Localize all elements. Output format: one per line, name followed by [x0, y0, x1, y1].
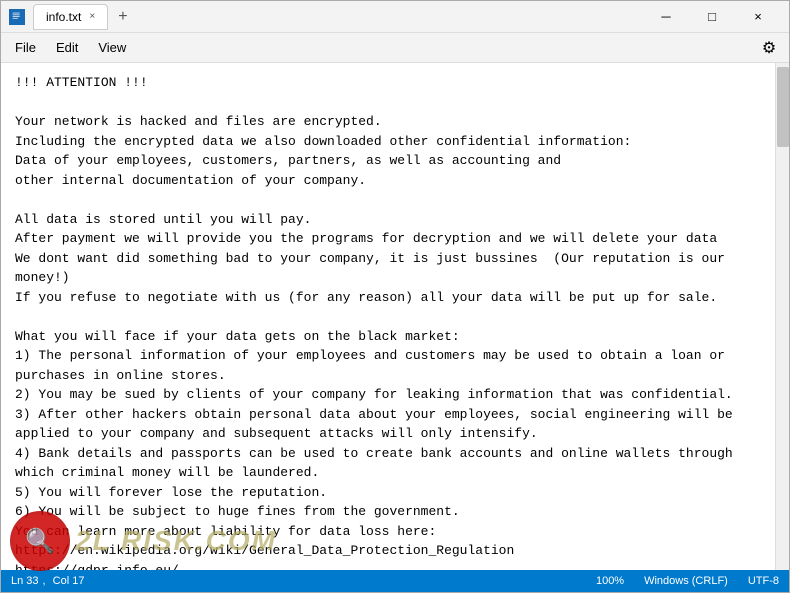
status-right: 100% Windows (CRLF) UTF-8 — [596, 575, 779, 587]
menu-edit[interactable]: Edit — [46, 36, 88, 59]
menu-bar: File Edit View ⚙ — [1, 33, 789, 63]
new-tab-button[interactable]: + — [112, 6, 133, 28]
close-button[interactable]: × — [735, 1, 781, 33]
tab-label: info.txt — [46, 10, 81, 24]
tab-bar: info.txt × + — [33, 4, 134, 30]
status-line: Ln 33 — [11, 575, 39, 587]
scrollbar[interactable] — [775, 63, 789, 570]
app-icon — [9, 9, 25, 25]
content-wrapper: !!! ATTENTION !!! Your network is hacked… — [1, 63, 789, 570]
menu-file[interactable]: File — [5, 36, 46, 59]
minimize-button[interactable]: ─ — [643, 1, 689, 33]
tab-info-txt[interactable]: info.txt × — [33, 4, 108, 30]
settings-icon[interactable]: ⚙ — [753, 34, 785, 62]
status-bar: Ln 33, Col 17 100% Windows (CRLF) UTF-8 — [1, 570, 789, 592]
maximize-button[interactable]: □ — [689, 1, 735, 33]
status-col: Col 17 — [53, 575, 85, 587]
tab-close-button[interactable]: × — [89, 11, 95, 22]
text-content[interactable]: !!! ATTENTION !!! Your network is hacked… — [1, 63, 775, 570]
scrollbar-thumb[interactable] — [777, 67, 789, 147]
window-controls: ─ □ × — [643, 1, 781, 33]
status-line-col: Ln 33, Col 17 — [11, 575, 84, 587]
menu-view[interactable]: View — [88, 36, 136, 59]
status-line-ending: Windows (CRLF) — [644, 575, 728, 587]
title-bar: info.txt × + ─ □ × — [1, 1, 789, 33]
status-zoom: 100% — [596, 575, 624, 587]
status-encoding: UTF-8 — [748, 575, 779, 587]
notepad-window: info.txt × + ─ □ × File Edit View ⚙ !!! … — [0, 0, 790, 593]
